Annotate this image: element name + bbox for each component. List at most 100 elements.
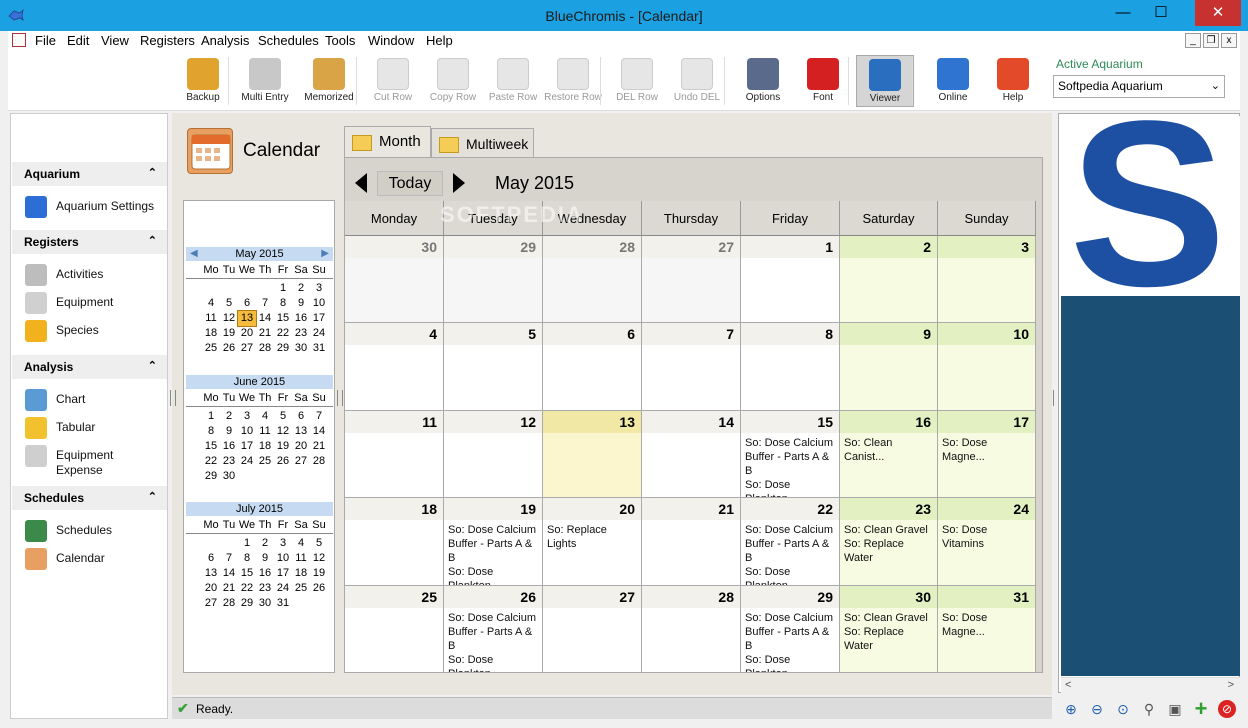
font-button[interactable]: Font [794, 55, 852, 107]
viewer-screen-icon[interactable]: ▣ [1166, 700, 1184, 718]
mini-day[interactable]: 7 [220, 551, 238, 566]
day-cell[interactable]: 18 [345, 498, 444, 586]
mini-day[interactable]: 20 [238, 326, 256, 341]
calendar-event[interactable]: So: Dose Magne... [938, 433, 1035, 464]
mini-day[interactable]: 4 [202, 296, 220, 311]
mdi-restore-button[interactable]: ❐ [1203, 33, 1219, 48]
gauge-button[interactable]: Options [734, 55, 792, 107]
mdi-minimize-button[interactable]: _ [1185, 33, 1201, 48]
delete-image-icon[interactable]: ⊘ [1218, 700, 1236, 718]
mini-day[interactable]: 2 [256, 536, 274, 551]
gears-button[interactable]: Multi Entry [236, 55, 294, 107]
mini-day[interactable]: 20 [202, 581, 220, 596]
mini-day[interactable]: 14 [310, 424, 328, 439]
day-cell[interactable]: 28 [543, 236, 642, 324]
calendar-event[interactable]: So: Dose Plankton [741, 565, 839, 584]
day-cell[interactable]: 27 [543, 585, 642, 673]
menu-schedules[interactable]: Schedules [258, 33, 319, 48]
calendar-event[interactable]: So: Dose Plankton [741, 478, 839, 497]
mini-day[interactable]: 17 [274, 566, 292, 581]
mini-day[interactable]: 27 [292, 454, 310, 469]
mini-day[interactable]: 5 [310, 536, 328, 551]
mini-day[interactable]: 18 [202, 326, 220, 341]
mini-splitter-handle[interactable] [337, 390, 343, 406]
menu-window[interactable]: Window [368, 33, 414, 48]
calendar-event[interactable]: So: Dose Plankton [741, 653, 839, 672]
menu-registers[interactable]: Registers [140, 33, 195, 48]
mini-day[interactable]: 26 [220, 341, 238, 356]
sidebar-group-aquarium[interactable]: Aquarium ⌃ [12, 162, 167, 186]
mini-day[interactable]: 17 [310, 311, 328, 326]
mini-day[interactable]: 20 [292, 439, 310, 454]
viewer-horizontal-scrollbar[interactable]: < > [1061, 677, 1240, 693]
mini-day[interactable]: 29 [202, 469, 220, 484]
mini-day[interactable]: 1 [238, 536, 256, 551]
mini-day[interactable]: 2 [292, 281, 310, 296]
close-button[interactable]: ✕ [1195, 0, 1241, 26]
zoom-out-icon[interactable]: ⊖ [1088, 700, 1106, 718]
globe-button[interactable]: Online [924, 55, 982, 107]
mini-day[interactable]: 1 [274, 281, 292, 296]
day-cell[interactable]: 14 [642, 410, 741, 499]
mini-day[interactable]: 12 [220, 311, 238, 326]
calendar-event[interactable]: So: Dose Plankton [444, 653, 542, 672]
calendar-event[interactable]: So: Dose Calcium Buffer - Parts A & B [741, 433, 839, 478]
mini-day[interactable]: 5 [220, 296, 238, 311]
day-cell[interactable]: 20 So: Replace Lights [543, 498, 642, 586]
mini-day[interactable]: 16 [256, 566, 274, 581]
day-cell[interactable]: 17 So: Dose Magne... [938, 410, 1036, 499]
menu-view[interactable]: View [101, 33, 129, 48]
mini-day[interactable]: 11 [292, 551, 310, 566]
mini-day[interactable]: 22 [202, 454, 220, 469]
mini-day[interactable]: 23 [256, 581, 274, 596]
mini-day[interactable]: 23 [220, 454, 238, 469]
menu-file[interactable]: File [35, 33, 56, 48]
calendar-event[interactable]: So: Clean Gravel [840, 520, 937, 537]
mini-day[interactable]: 31 [274, 596, 292, 611]
next-month-arrow-icon[interactable] [453, 173, 465, 193]
day-cell[interactable]: 21 [642, 498, 741, 586]
day-cell[interactable]: 13 [543, 410, 642, 499]
day-cell[interactable]: 9 [840, 323, 938, 411]
day-cell[interactable]: 23 So: Clean Gravel So: Replace Water [840, 498, 938, 586]
calendar-event[interactable]: So: Replace Water [840, 625, 937, 653]
day-cell[interactable]: 30 So: Clean Gravel So: Replace Water [840, 585, 938, 673]
day-cell[interactable]: 30 [345, 236, 444, 324]
mini-day[interactable]: 5 [274, 409, 292, 424]
calendar-event[interactable]: So: Dose Calcium Buffer - Parts A & B [741, 520, 839, 565]
mini-day[interactable]: 3 [274, 536, 292, 551]
scroll-left-icon[interactable]: < [1065, 679, 1071, 691]
mini-day[interactable]: 16 [292, 311, 310, 326]
calendar-event[interactable]: So: Replace Water [840, 537, 937, 565]
mini-day[interactable]: 21 [220, 581, 238, 596]
day-cell[interactable]: 26 So: Dose Calcium Buffer - Parts A & BS… [444, 585, 543, 673]
add-image-icon[interactable]: + [1192, 698, 1210, 720]
mini-day[interactable]: 29 [274, 341, 292, 356]
calendar-event[interactable]: So: Replace Lights [543, 520, 641, 551]
mini-next-icon[interactable]: ▶ [321, 247, 329, 261]
day-cell[interactable]: 4 [345, 323, 444, 411]
day-cell[interactable]: 11 [345, 410, 444, 499]
mini-day[interactable]: 24 [238, 454, 256, 469]
mini-day[interactable]: 26 [274, 454, 292, 469]
mini-day[interactable]: 7 [256, 296, 274, 311]
mini-day[interactable]: 11 [256, 424, 274, 439]
collapse-chevron-icon[interactable]: ⌃ [148, 166, 157, 179]
mini-day[interactable]: 10 [310, 296, 328, 311]
mini-day[interactable]: 13 [202, 566, 220, 581]
mini-day[interactable]: 12 [274, 424, 292, 439]
day-cell[interactable]: 28 [642, 585, 741, 673]
mini-day[interactable]: 3 [238, 409, 256, 424]
sidebar-group-analysis[interactable]: Analysis ⌃ [12, 355, 167, 379]
mini-day[interactable]: 8 [202, 424, 220, 439]
day-cell[interactable]: 29 [444, 236, 543, 324]
copy-row-button[interactable]: Copy Row [424, 55, 482, 107]
zoom-fit-icon[interactable]: ⊙ [1114, 700, 1132, 718]
mini-prev-icon[interactable]: ◀ [190, 247, 198, 261]
mini-day[interactable]: 19 [220, 326, 238, 341]
day-cell[interactable]: 12 [444, 410, 543, 499]
mini-day[interactable]: 30 [220, 469, 238, 484]
mini-day[interactable]: 28 [220, 596, 238, 611]
day-cell[interactable]: 19 So: Dose Calcium Buffer - Parts A & BS… [444, 498, 543, 586]
menu-help[interactable]: Help [426, 33, 453, 48]
